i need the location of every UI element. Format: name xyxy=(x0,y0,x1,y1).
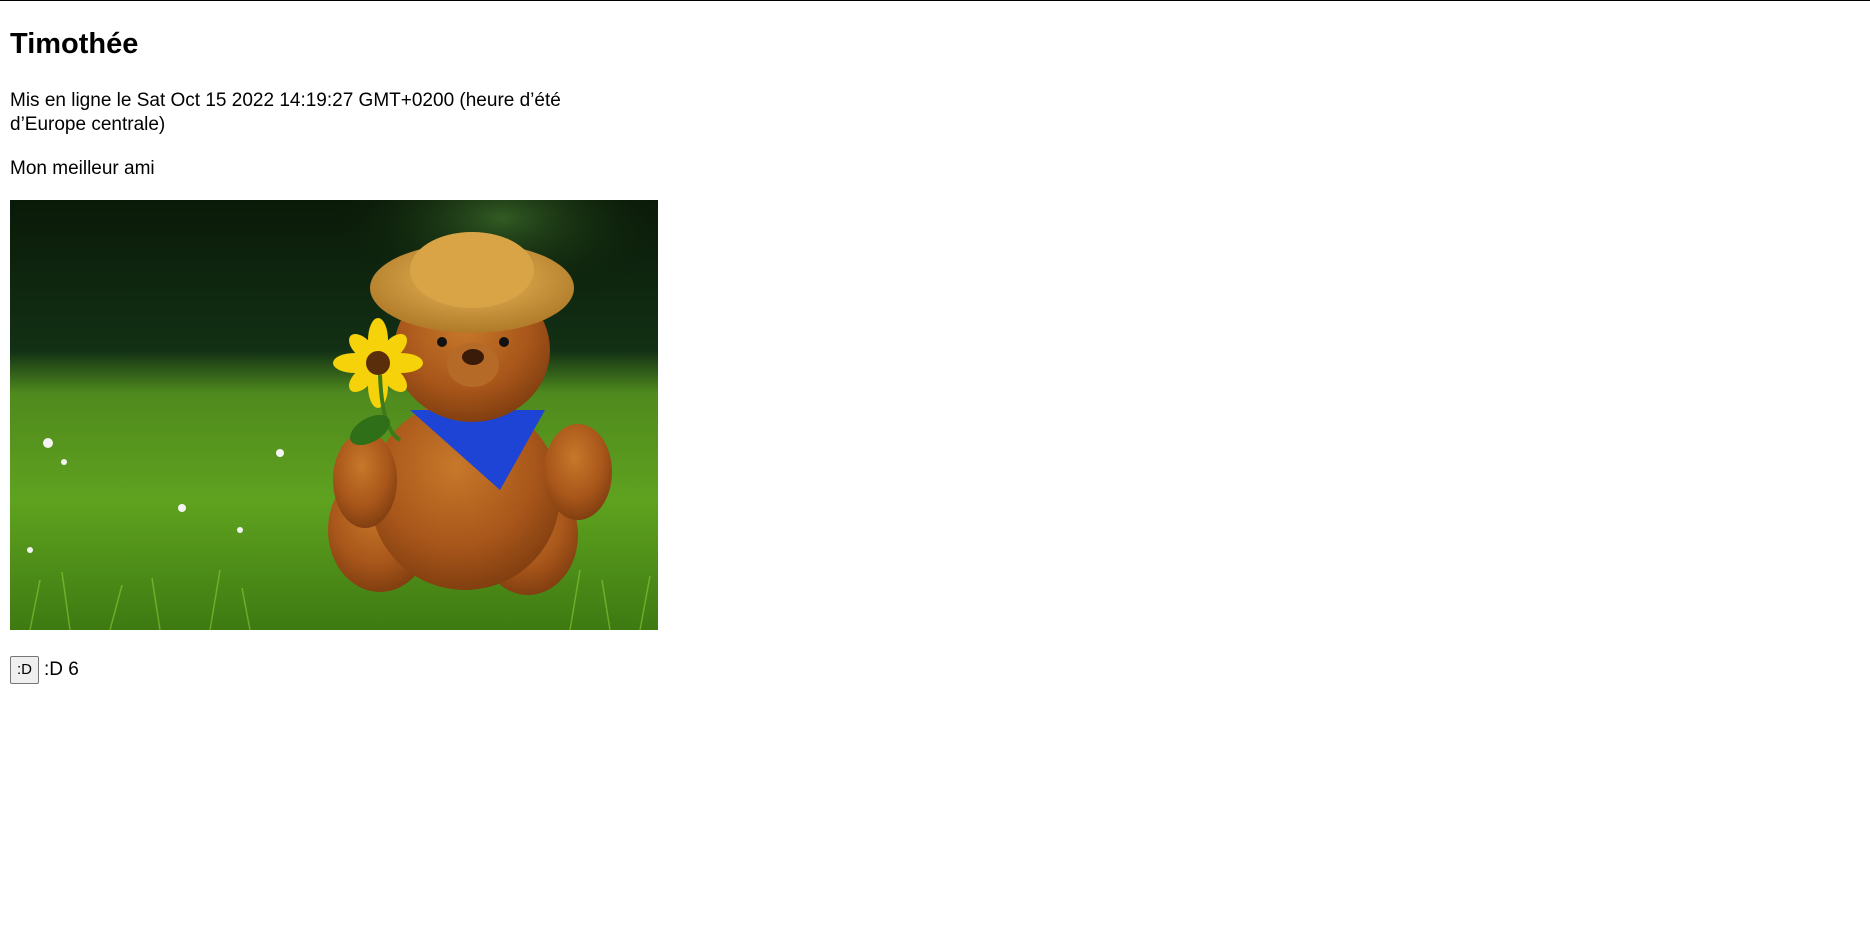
reaction-button[interactable]: :D xyxy=(10,656,39,684)
reaction-count: :D 6 xyxy=(44,659,79,680)
reaction-row: :D :D 6 xyxy=(10,656,79,684)
post-caption: Mon meilleur ami xyxy=(10,158,155,179)
post-date: Mis en ligne le Sat Oct 15 2022 14:19:27… xyxy=(10,90,561,135)
post-author: Timothée xyxy=(10,28,139,60)
top-border xyxy=(0,0,1870,1)
post-photo xyxy=(10,200,658,630)
